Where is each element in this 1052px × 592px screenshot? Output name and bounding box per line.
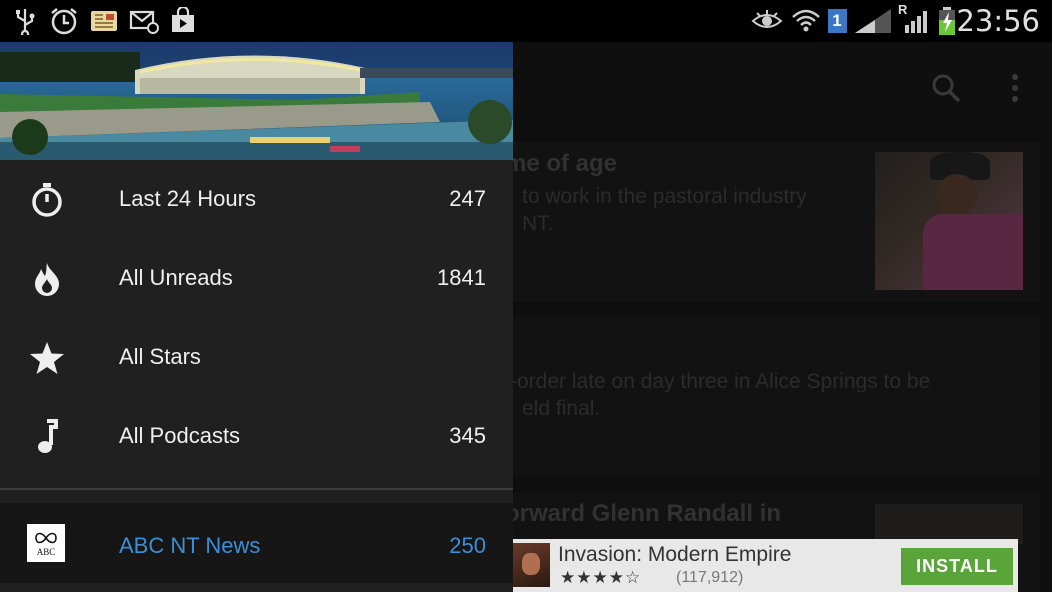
drawer-header-image	[0, 42, 513, 160]
mail-icon	[128, 6, 160, 36]
nav-item-count: 345	[449, 423, 486, 448]
feed-label: ABC NT News	[119, 533, 261, 558]
install-button[interactable]: INSTALL	[901, 548, 1013, 585]
ad-title: Invasion: Modern Empire	[558, 543, 792, 566]
navigation-drawer: Last 24 Hours 247 All Unreads 1841 All S…	[0, 42, 513, 592]
status-bar: 1 R 23:56	[0, 0, 1052, 42]
drawer-divider	[0, 488, 513, 490]
nav-item-last-24-hours[interactable]: Last 24 Hours 247	[0, 162, 513, 241]
roaming-indicator: R	[898, 2, 908, 17]
signal-roaming-icon: R	[898, 2, 932, 36]
star-icon	[27, 338, 67, 378]
sim-badge: 1	[826, 6, 848, 36]
ad-banner[interactable]: Invasion: Modern Empire ★★★★☆ (117,912) …	[500, 539, 1018, 592]
wifi-icon	[790, 6, 822, 36]
newspaper-icon	[88, 6, 120, 36]
nav-item-count: 247	[449, 186, 486, 211]
alarm-icon	[48, 6, 80, 36]
feed-item-abc-nt-news[interactable]: ABC ABC NT News 250	[0, 503, 513, 583]
ad-app-icon	[512, 543, 550, 587]
music-note-icon	[27, 417, 67, 457]
feed-count: 250	[449, 533, 486, 558]
usb-icon	[10, 6, 40, 36]
signal-icon	[852, 6, 894, 36]
abc-logo-text: ABC	[36, 546, 56, 557]
ad-rating-stars: ★★★★☆	[560, 568, 642, 587]
eye-icon	[750, 6, 784, 36]
nav-item-all-stars[interactable]: All Stars	[0, 320, 513, 399]
sim-number: 1	[827, 9, 847, 33]
stopwatch-icon	[27, 180, 67, 220]
nav-item-all-unreads[interactable]: All Unreads 1841	[0, 241, 513, 320]
nav-item-label: All Podcasts	[119, 423, 241, 448]
nav-item-label: All Unreads	[119, 265, 233, 290]
ad-review-count: (117,912)	[676, 569, 744, 586]
store-bag-icon	[168, 6, 198, 36]
nav-item-all-podcasts[interactable]: All Podcasts 345	[0, 399, 513, 478]
abc-logo-icon: ABC	[27, 524, 65, 562]
nav-item-label: Last 24 Hours	[119, 186, 256, 211]
nav-item-count: 1841	[437, 265, 486, 290]
clock: 23:56	[956, 4, 1040, 38]
nav-item-label: All Stars	[119, 344, 201, 369]
flame-icon	[27, 259, 67, 299]
